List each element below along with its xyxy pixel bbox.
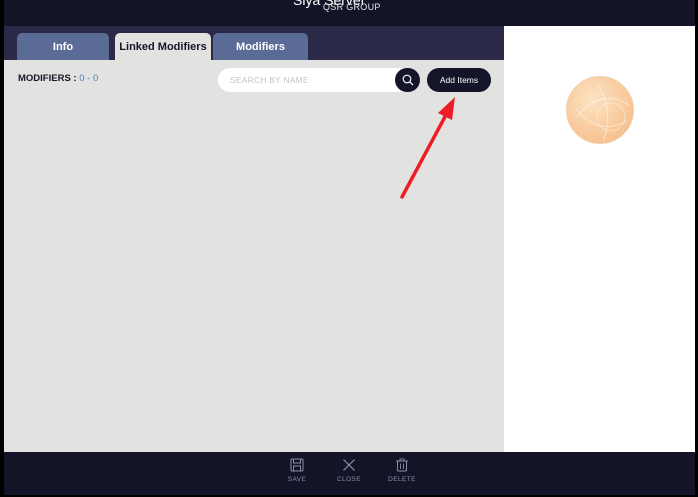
tab-linked-modifiers[interactable]: Linked Modifiers (115, 33, 211, 60)
close-label: CLOSE (336, 476, 362, 483)
image-panel (504, 26, 695, 452)
app-subtitle: QSR GROUP (323, 2, 381, 12)
modifiers-summary: MODIFIERS : 0 - 0 (18, 73, 98, 84)
tab-modifiers-label: Modifiers (236, 40, 285, 53)
save-button[interactable]: SAVE (277, 458, 317, 483)
search-box (218, 68, 420, 92)
delete-label: DELETE (388, 476, 416, 483)
app-window: Siya Server QSR GROUP Info Linked Modifi… (4, 0, 695, 495)
modifiers-count: 0 - 0 (79, 73, 99, 84)
save-icon (290, 458, 304, 472)
delete-button[interactable]: DELETE (382, 458, 422, 483)
search-icon (402, 74, 413, 86)
close-icon (343, 459, 355, 471)
tab-bar: Info Linked Modifiers Modifiers (4, 26, 504, 60)
tab-info[interactable]: Info (17, 33, 109, 60)
trash-icon (396, 458, 408, 472)
app-header: Siya Server QSR GROUP (4, 0, 695, 26)
footer-toolbar: SAVE CLOSE DELETE (4, 452, 695, 495)
avatar-placeholder-icon[interactable] (566, 76, 634, 144)
add-items-button[interactable]: Add Items (427, 68, 491, 92)
tab-linked-modifiers-label: Linked Modifiers (119, 40, 207, 53)
search-input[interactable] (230, 73, 395, 87)
tab-modifiers[interactable]: Modifiers (213, 33, 308, 60)
avatar-pattern (574, 82, 630, 142)
add-items-label: Add Items (439, 75, 479, 85)
linked-modifiers-panel: MODIFIERS : 0 - 0 Add Items (4, 60, 504, 452)
close-button[interactable]: CLOSE (329, 458, 369, 483)
search-button[interactable] (395, 68, 420, 92)
tab-info-label: Info (52, 40, 74, 53)
modifiers-label: MODIFIERS : (18, 73, 77, 84)
save-label: SAVE (287, 476, 307, 483)
